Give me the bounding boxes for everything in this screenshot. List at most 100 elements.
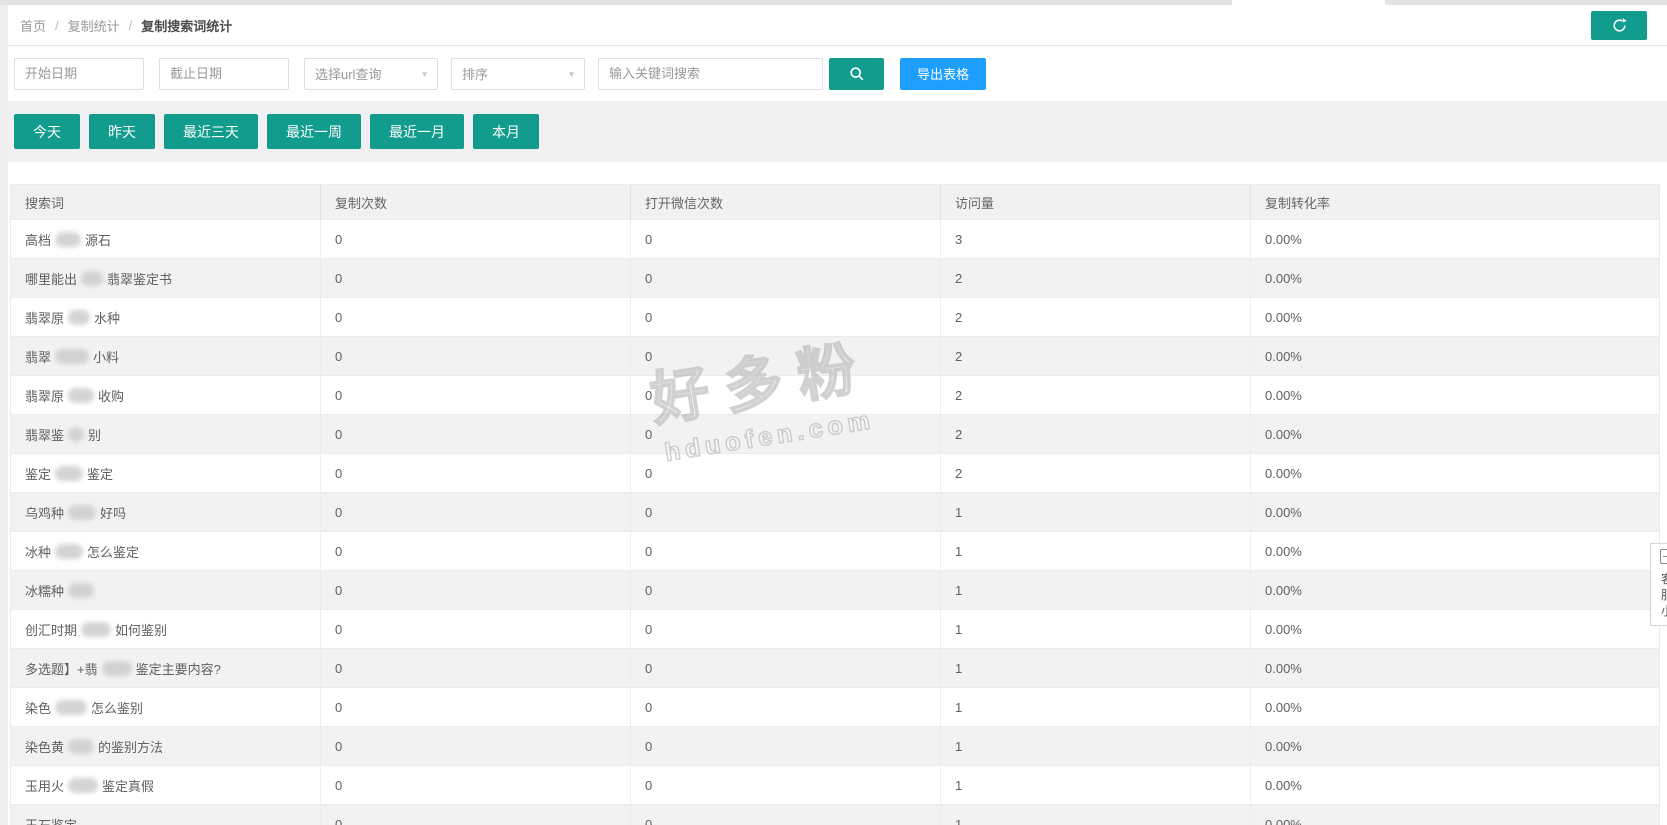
- table-header: 搜索词复制次数打开微信次数访问量复制转化率: [11, 185, 1659, 219]
- redacted-blur: [68, 310, 90, 325]
- copy-count-cell: 0: [321, 259, 631, 297]
- url-select[interactable]: 选择url查询 ▼: [304, 58, 438, 90]
- conversion-rate-cell: 0.00%: [1251, 571, 1659, 609]
- copy-count-cell: 0: [321, 766, 631, 804]
- term-text: 玉石鉴定: [25, 815, 77, 825]
- quick-range-button[interactable]: 最近三天: [164, 114, 258, 149]
- table-row: 翡翠小料0020.00%: [11, 336, 1659, 375]
- wechat-open-cell: 0: [631, 376, 941, 414]
- term-text: 多选题】+翡: [25, 659, 98, 678]
- conversion-rate-cell: 0.00%: [1251, 727, 1659, 765]
- wechat-open-cell: 0: [631, 688, 941, 726]
- column-header: 打开微信次数: [631, 185, 941, 219]
- side-widget-label: 客服小: [1653, 571, 1667, 619]
- redacted-blur: [55, 232, 81, 247]
- quick-range-button[interactable]: 本月: [473, 114, 539, 149]
- conversion-rate-cell: 0.00%: [1251, 298, 1659, 336]
- term-text: 创汇时期: [25, 620, 77, 639]
- start-date-input[interactable]: [14, 58, 144, 90]
- table-row: 染色黄的鉴别方法0010.00%: [11, 726, 1659, 765]
- copy-count-cell: 0: [321, 415, 631, 453]
- copy-count-cell: 0: [321, 571, 631, 609]
- breadcrumb: 首页/复制统计/复制搜索词统计: [8, 5, 1667, 46]
- table-row: 冰种怎么鉴定0010.00%: [11, 531, 1659, 570]
- column-header: 复制次数: [321, 185, 631, 219]
- side-widget-char: 客: [1653, 571, 1667, 587]
- breadcrumb-items: 首页/复制统计/复制搜索词统计: [20, 16, 232, 35]
- visits-cell: 2: [941, 454, 1251, 492]
- term-text: 高档: [25, 230, 51, 249]
- quick-range-button[interactable]: 昨天: [89, 114, 155, 149]
- term-text: 收购: [98, 386, 124, 405]
- visits-cell: 1: [941, 688, 1251, 726]
- visits-cell: 1: [941, 649, 1251, 687]
- copy-count-cell: 0: [321, 532, 631, 570]
- search-term-cell: 玉石鉴定: [11, 805, 321, 825]
- redacted-blur: [68, 778, 98, 793]
- redacted-blur: [55, 700, 87, 715]
- term-text: 乌鸡种: [25, 503, 64, 522]
- table-row: 创汇时期如何鉴别0010.00%: [11, 609, 1659, 648]
- breadcrumb-item[interactable]: 首页: [20, 16, 46, 35]
- refresh-button[interactable]: [1591, 11, 1647, 40]
- conversion-rate-cell: 0.00%: [1251, 259, 1659, 297]
- column-header: 搜索词: [11, 185, 321, 219]
- copy-count-cell: 0: [321, 649, 631, 687]
- wechat-open-cell: 0: [631, 415, 941, 453]
- quick-range-button[interactable]: 最近一周: [267, 114, 361, 149]
- redacted-blur: [68, 388, 94, 403]
- column-header: 访问量: [941, 185, 1251, 219]
- search-button[interactable]: [829, 58, 884, 90]
- keyword-search-input[interactable]: [598, 58, 823, 90]
- redacted-blur: [68, 427, 84, 442]
- redacted-blur: [68, 583, 94, 598]
- term-text: 鉴定: [87, 464, 113, 483]
- copy-count-cell: 0: [321, 610, 631, 648]
- quick-range-button[interactable]: 最近一月: [370, 114, 464, 149]
- redacted-blur: [55, 349, 89, 364]
- search-term-cell: 冰糯种: [11, 571, 321, 609]
- magnifier-icon: [848, 65, 866, 83]
- term-text: 冰糯种: [25, 581, 64, 600]
- conversion-rate-cell: 0.00%: [1251, 766, 1659, 804]
- visits-cell: 2: [941, 259, 1251, 297]
- visits-cell: 1: [941, 532, 1251, 570]
- refresh-icon: [1611, 17, 1628, 34]
- table-row: 冰糯种0010.00%: [11, 570, 1659, 609]
- term-text: 哪里能出: [25, 269, 77, 288]
- conversion-rate-cell: 0.00%: [1251, 415, 1659, 453]
- url-select-value: 选择url查询: [315, 64, 381, 83]
- term-text: 翡翠原: [25, 386, 64, 405]
- table-row: 乌鸡种好吗0010.00%: [11, 492, 1659, 531]
- wechat-open-cell: 0: [631, 259, 941, 297]
- breadcrumb-separator: /: [129, 18, 133, 33]
- visits-cell: 2: [941, 415, 1251, 453]
- copy-count-cell: 0: [321, 688, 631, 726]
- visits-cell: 3: [941, 220, 1251, 258]
- wechat-open-cell: 0: [631, 337, 941, 375]
- search-term-cell: 染色黄的鉴别方法: [11, 727, 321, 765]
- term-text: 玉用火: [25, 776, 64, 795]
- chevron-down-icon: ▼: [420, 70, 429, 78]
- copy-count-cell: 0: [321, 493, 631, 531]
- conversion-rate-cell: 0.00%: [1251, 610, 1659, 648]
- export-table-button[interactable]: 导出表格: [900, 58, 986, 90]
- conversion-rate-cell: 0.00%: [1251, 220, 1659, 258]
- search-term-cell: 多选题】+翡 鉴定主要内容?: [11, 649, 321, 687]
- table-row: 翡翠鉴别0020.00%: [11, 414, 1659, 453]
- end-date-input[interactable]: [159, 58, 289, 90]
- conversion-rate-cell: 0.00%: [1251, 805, 1659, 825]
- quick-range-button[interactable]: 今天: [14, 114, 80, 149]
- search-term-cell: 翡翠原 收购: [11, 376, 321, 414]
- customer-service-widget[interactable]: 客服小: [1650, 543, 1667, 626]
- term-text: 翡翠鉴: [25, 425, 64, 444]
- term-text: 鉴定主要内容?: [136, 659, 221, 678]
- wechat-open-cell: 0: [631, 727, 941, 765]
- breadcrumb-item[interactable]: 复制统计: [68, 16, 120, 35]
- copy-count-cell: 0: [321, 805, 631, 825]
- term-text: 水种: [94, 308, 120, 327]
- term-text: 如何鉴别: [115, 620, 167, 639]
- table-row: 翡翠原收购0020.00%: [11, 375, 1659, 414]
- sort-select[interactable]: 排序 ▼: [451, 58, 585, 90]
- quick-range-bar: 今天昨天最近三天最近一周最近一月本月: [8, 101, 1667, 162]
